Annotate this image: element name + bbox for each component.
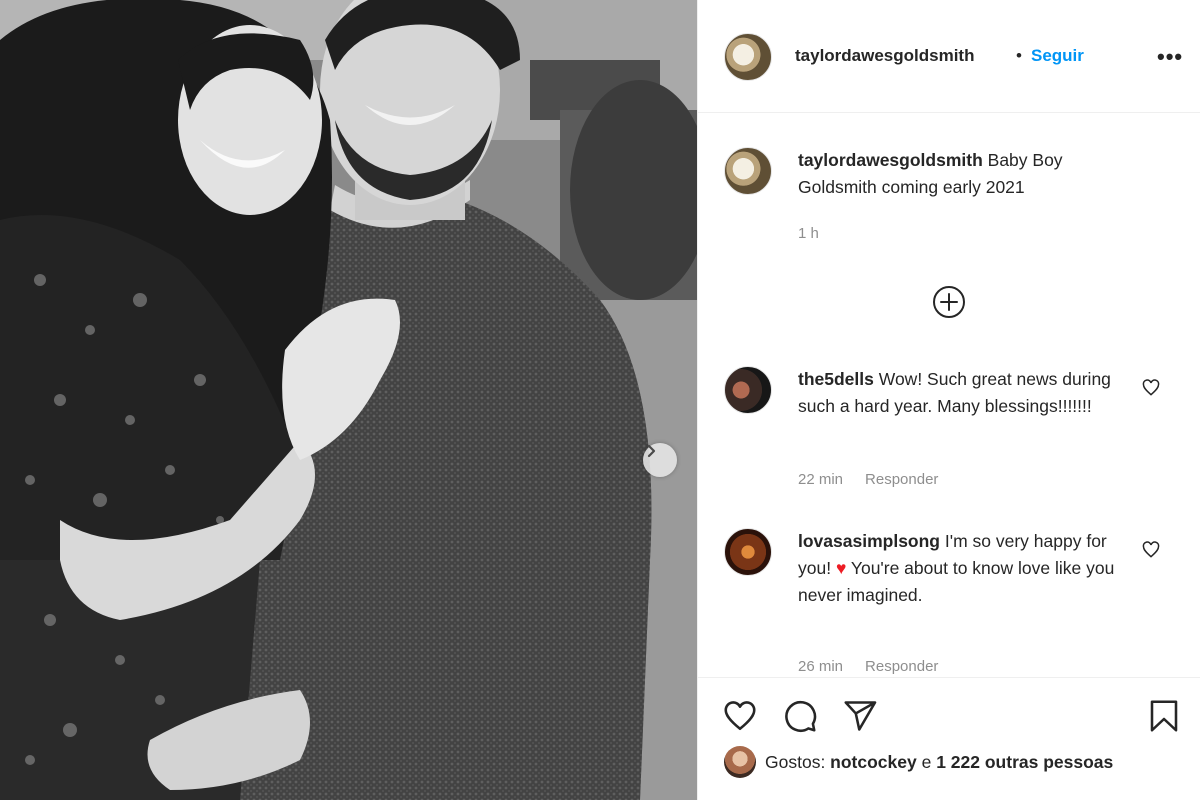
header-separator: • bbox=[1016, 46, 1022, 65]
caption-timestamp[interactable]: 1 h bbox=[798, 225, 819, 242]
reply-button[interactable]: Responder bbox=[865, 658, 938, 675]
liker-avatar[interactable] bbox=[724, 746, 756, 778]
comment-text-continued: You're about to know love like you never… bbox=[798, 558, 1115, 605]
red-heart-emoji: ♥ bbox=[835, 558, 847, 578]
commenter-avatar[interactable] bbox=[724, 528, 772, 576]
plus-circle-icon[interactable] bbox=[931, 284, 967, 320]
post-actions-bar bbox=[698, 677, 1200, 800]
likes-others-link[interactable]: 1 222 outras pessoas bbox=[936, 752, 1113, 772]
more-options-icon[interactable]: ••• bbox=[1157, 44, 1183, 70]
post-side-panel: taylordawesgoldsmith • Seguir ••• taylor… bbox=[697, 0, 1200, 800]
comment-like-heart-icon[interactable] bbox=[1141, 378, 1161, 398]
comment-timestamp[interactable]: 26 min bbox=[798, 658, 843, 675]
post-date bbox=[724, 792, 752, 800]
comment-timestamp[interactable]: 22 min bbox=[798, 471, 843, 488]
reply-button[interactable]: Responder bbox=[865, 471, 938, 488]
likes-summary: Gostos: notcockey e 1 222 outras pessoas bbox=[765, 752, 1113, 773]
comment-username[interactable]: the5dells bbox=[798, 369, 874, 389]
comments-section[interactable]: taylordawesgoldsmith Baby Boy Goldsmith … bbox=[698, 114, 1200, 677]
post-photo bbox=[0, 0, 697, 800]
comment-like-heart-icon[interactable] bbox=[1141, 540, 1161, 560]
likes-prefix: Gostos: bbox=[765, 752, 831, 772]
share-icon[interactable] bbox=[842, 698, 878, 734]
comment-icon[interactable] bbox=[782, 698, 818, 734]
bookmark-icon[interactable] bbox=[1146, 698, 1182, 734]
author-avatar[interactable] bbox=[724, 33, 772, 81]
commenter-avatar[interactable] bbox=[724, 366, 772, 414]
liker-username[interactable]: notcockey bbox=[830, 752, 917, 772]
follow-button[interactable]: Seguir bbox=[1031, 46, 1084, 66]
next-photo-button[interactable] bbox=[643, 443, 677, 477]
author-username[interactable]: taylordawesgoldsmith bbox=[795, 46, 974, 66]
post-image bbox=[0, 0, 697, 800]
caption-avatar[interactable] bbox=[724, 147, 772, 195]
post-header: taylordawesgoldsmith • Seguir ••• bbox=[698, 0, 1200, 113]
likes-connector: e bbox=[916, 752, 937, 772]
chevron-right-icon bbox=[647, 444, 656, 458]
comment-username[interactable]: lovasasimplsong bbox=[798, 531, 940, 551]
heart-icon[interactable] bbox=[722, 698, 758, 734]
caption-username[interactable]: taylordawesgoldsmith bbox=[798, 150, 983, 170]
